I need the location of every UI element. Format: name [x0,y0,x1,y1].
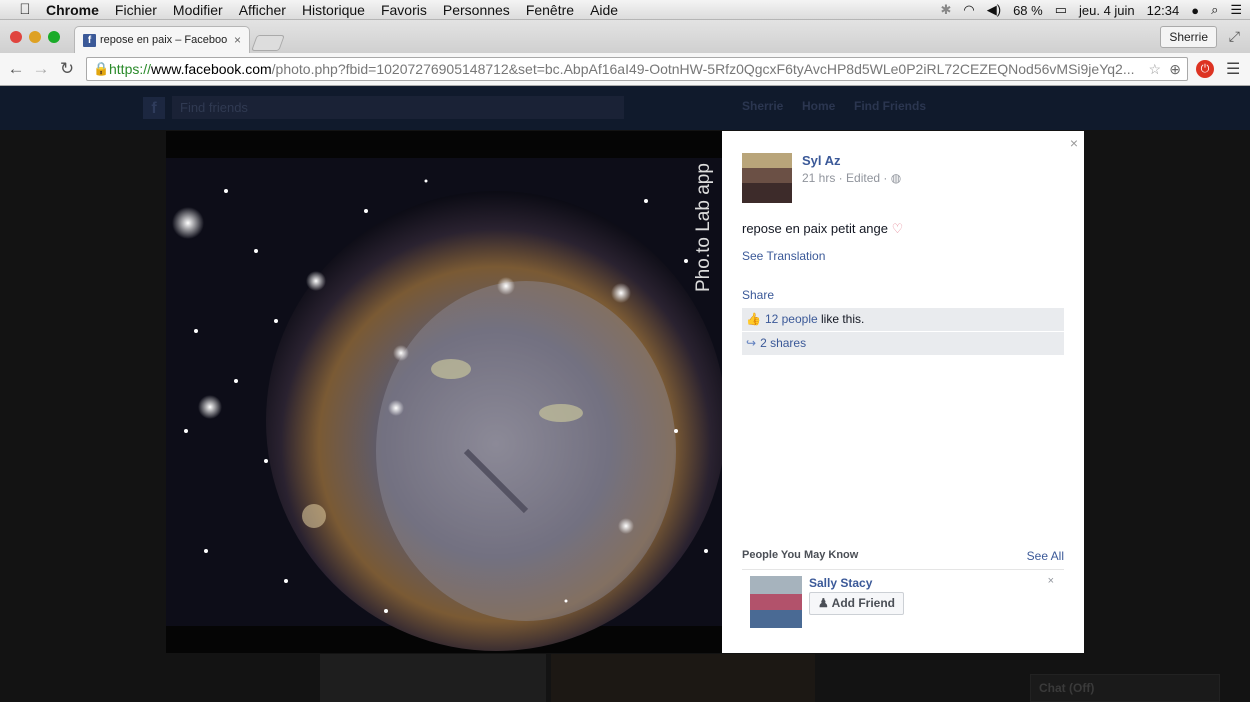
profile-button[interactable]: Sherrie [1160,26,1217,48]
chat-label: Chat (Off) [1039,681,1095,695]
notification-center-icon[interactable]: ☰ [1230,2,1242,18]
post-timestamp[interactable]: 21 hrs · Edited · [802,171,887,185]
apple-menu-icon[interactable]:  [10,1,40,18]
url-path: /photo.php?fbid=10207276905148712&set=bc… [271,61,1135,77]
share-link[interactable]: Share [742,288,774,302]
browser-tab[interactable]: f repose en paix – Facebook × [74,26,250,53]
menu-app-chrome[interactable]: Chrome [46,2,99,18]
lock-icon: 🔒 [93,61,110,76]
photo-side-panel: × Syl Az 21 hrs · Edited · ◍ repose en p… [722,131,1084,653]
cosmic-cat-image [166,158,722,651]
nav-home[interactable]: Home [802,99,835,113]
photo-viewer-image[interactable]: Pho.to Lab app [166,131,722,653]
dismiss-suggestion-icon[interactable]: × [1048,575,1054,587]
menu-aide[interactable]: Aide [590,2,618,18]
wifi-icon[interactable]: ◠ [963,2,974,18]
nav-user[interactable]: Sherrie [742,99,783,113]
divider [742,569,1064,570]
post-caption: repose en paix petit ange ♡ [742,221,903,237]
tab-title: repose en paix – Facebook [100,34,228,46]
tab-strip: f repose en paix – Facebook × Sherrie ⤢ [0,20,1250,53]
fullscreen-icon[interactable]: ⤢ [1229,28,1240,45]
likes-text: like this. [817,312,865,326]
clock-date[interactable]: jeu. 4 juin [1079,3,1135,18]
search-input[interactable]: Find friends [172,96,624,119]
suggested-friend-avatar[interactable] [750,576,802,628]
forward-icon[interactable]: → [31,59,51,79]
extension-icon[interactable]: ⏻ [1196,60,1214,78]
background-photo-thumbnail [320,654,546,702]
menu-historique[interactable]: Historique [302,2,365,18]
heart-emoji-icon: ♡ [891,221,904,236]
minimize-window-button[interactable] [29,31,41,43]
menu-fichier[interactable]: Fichier [115,2,157,18]
volume-icon[interactable]: ◀) [987,2,1001,18]
url-host: www.facebook.com [151,61,272,77]
new-tab-button[interactable] [251,35,285,51]
facebook-top-bar: f Find friends Sherrie Home Find Friends [0,86,1250,130]
tab-close-icon[interactable]: × [234,33,241,47]
likes-link[interactable]: 12 people [765,312,818,326]
battery-icon[interactable]: ▭ [1055,2,1067,18]
menu-modifier[interactable]: Modifier [173,2,223,18]
nav-find-friends[interactable]: Find Friends [854,99,926,113]
post-author[interactable]: Syl Az [802,153,841,168]
user-icon[interactable]: ● [1191,3,1199,18]
url-protocol: https:// [109,61,152,77]
likes-row: 👍 12 people like this. [742,308,1064,331]
menu-fenetre[interactable]: Fenêtre [526,2,574,18]
close-photo-icon[interactable]: × [1070,135,1078,151]
add-friend-icon: ♟ [818,596,829,610]
caption-text: repose en paix petit ange [742,221,888,236]
see-translation-link[interactable]: See Translation [742,249,825,263]
add-friend-label: Add Friend [831,596,895,610]
reload-icon[interactable]: ↻ [57,59,77,79]
facebook-logo-icon[interactable]: f [143,97,165,119]
browser-toolbar: ← → ↻ 🔒 https://www.facebook.com/photo.p… [0,53,1250,86]
spotlight-icon[interactable]: ⌕ [1211,2,1218,18]
thumbs-up-icon: 👍 [746,312,761,326]
post-meta: 21 hrs · Edited · ◍ [802,171,901,185]
suggested-friend-name[interactable]: Sally Stacy [809,576,872,590]
battery-percent[interactable]: 68 % [1013,3,1043,18]
add-friend-button[interactable]: ♟ Add Friend [809,592,904,615]
facebook-favicon-icon: f [83,33,96,47]
author-avatar[interactable] [742,153,792,203]
bookmark-star-icon[interactable]: ☆ [1148,58,1161,80]
zoom-icon[interactable]: ⊕ [1169,58,1181,80]
menu-bar:  Chrome Fichier Modifier Afficher Histo… [0,0,1250,20]
chrome-menu-icon[interactable]: ☰ [1226,59,1240,79]
back-icon[interactable]: ← [6,59,26,79]
background-photo-thumbnail [551,654,815,702]
share-arrow-icon: ↪ [746,336,757,350]
close-window-button[interactable] [10,31,22,43]
bluetooth-icon[interactable]: ✱ [940,2,951,18]
shares-row: ↪ 2 shares [742,332,1064,355]
people-you-may-know-title: People You May Know [742,549,859,561]
menu-personnes[interactable]: Personnes [443,2,510,18]
photo-watermark: Pho.to Lab app [693,163,714,292]
menu-favoris[interactable]: Favoris [381,2,427,18]
menu-afficher[interactable]: Afficher [239,2,286,18]
chat-tab[interactable]: Chat (Off) [1030,674,1220,702]
see-all-link[interactable]: See All [1027,549,1064,563]
address-bar[interactable]: 🔒 https://www.facebook.com/photo.php?fbi… [86,57,1188,81]
shares-link[interactable]: 2 shares [760,336,806,350]
globe-icon: ◍ [890,171,902,185]
clock-time[interactable]: 12:34 [1147,3,1180,18]
zoom-window-button[interactable] [48,31,60,43]
